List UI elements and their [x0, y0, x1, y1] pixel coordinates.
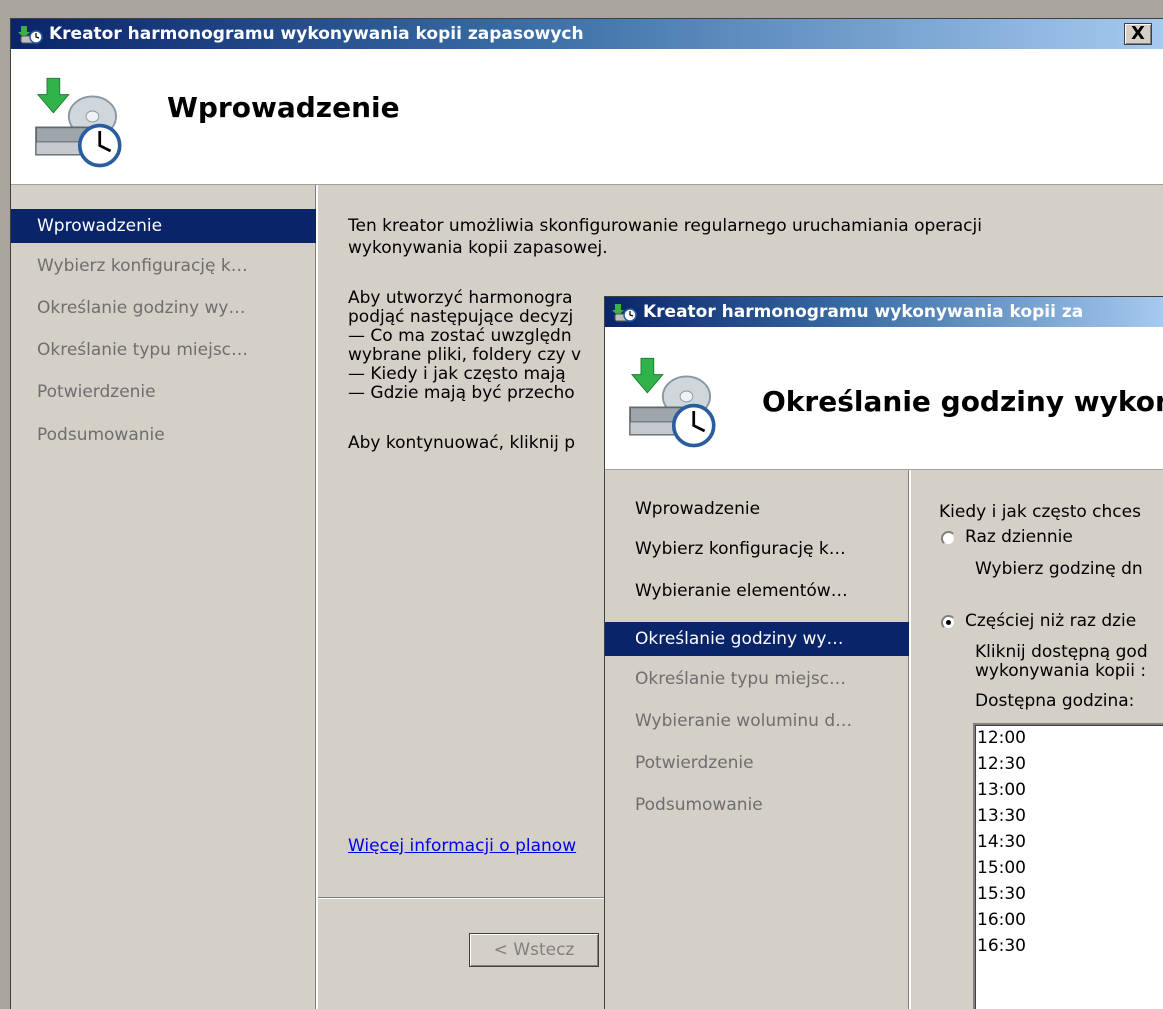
more-info-link[interactable]: Więcej informacji o planow — [348, 836, 576, 856]
back-nav-item-confirm: Potwierdzenie — [37, 382, 156, 402]
once-daily-label[interactable]: Raz dziennie — [965, 527, 1073, 547]
back-nav-item-config: Wybierz konfigurację k… — [37, 256, 248, 276]
time-option[interactable]: 16:30 — [975, 933, 1163, 959]
more-often-hint: wykonywania kopii : — [975, 661, 1147, 681]
front-nav-item-volume: Wybieranie woluminu d… — [635, 711, 853, 731]
time-option[interactable]: 12:30 — [975, 751, 1163, 777]
schedule-question: Kiedy i jak często chces — [939, 502, 1141, 522]
front-wizard-window: Kreator harmonogramu wykonywania kopii z… — [604, 296, 1163, 1009]
front-nav-item-summary: Podsumowanie — [635, 795, 763, 815]
time-option[interactable]: 14:30 — [975, 829, 1163, 855]
time-option[interactable]: 16:00 — [975, 907, 1163, 933]
back-nav-item-time: Określanie godziny wy… — [37, 298, 246, 318]
time-option[interactable]: 12:00 — [975, 725, 1163, 751]
back-wizard-header: Wprowadzenie — [11, 49, 1163, 185]
close-button[interactable]: X — [1124, 23, 1152, 45]
back-nav-item-intro[interactable]: Wprowadzenie — [11, 209, 316, 243]
back-nav-item-dest-type: Określanie typu miejsc… — [37, 340, 249, 360]
front-header-title: Określanie godziny wykona — [762, 385, 1163, 418]
back-wizard-nav: Wprowadzenie Wybierz konfigurację k… Okr… — [11, 185, 318, 1009]
available-time-list[interactable]: 12:00 12:30 13:00 13:30 14:30 15:00 15:3… — [973, 723, 1163, 1009]
time-option[interactable]: 13:00 — [975, 777, 1163, 803]
back-nav-item-summary: Podsumowanie — [37, 425, 165, 445]
front-title-bar[interactable]: Kreator harmonogramu wykonywania kopii z… — [605, 297, 1163, 327]
front-nav-item-config[interactable]: Wybierz konfigurację k… — [605, 532, 909, 566]
front-nav-item-time[interactable]: Określanie godziny wy… — [605, 622, 909, 656]
back-window-title: Kreator harmonogramu wykonywania kopii z… — [49, 24, 584, 44]
front-nav-item-dest-type: Określanie typu miejsc… — [635, 669, 847, 689]
backup-schedule-icon — [629, 357, 716, 448]
back-button[interactable]: < Wstecz — [469, 933, 599, 967]
once-daily-hint: Wybierz godzinę dn — [975, 559, 1143, 579]
back-title-bar[interactable]: Kreator harmonogramu wykonywania kopii z… — [11, 19, 1163, 49]
front-nav-item-items[interactable]: Wybieranie elementów… — [605, 574, 909, 608]
time-option[interactable]: 15:00 — [975, 855, 1163, 881]
intro-text-line: wykonywania kopii zapasowej. — [348, 238, 608, 258]
time-option[interactable]: 15:30 — [975, 881, 1163, 907]
back-header-title: Wprowadzenie — [167, 91, 400, 124]
front-wizard-nav: Wprowadzenie Wybierz konfigurację k… Wyb… — [605, 470, 911, 1009]
more-often-radio[interactable] — [941, 615, 956, 630]
backup-schedule-icon — [35, 77, 122, 168]
time-option[interactable]: 13:30 — [975, 803, 1163, 829]
front-window-title: Kreator harmonogramu wykonywania kopii z… — [643, 302, 1084, 322]
more-often-hint: Kliknij dostępną god — [975, 642, 1148, 662]
available-time-label: Dostępna godzina: — [975, 691, 1135, 711]
backup-app-icon — [18, 26, 43, 44]
front-nav-item-intro[interactable]: Wprowadzenie — [605, 492, 909, 526]
intro-text-line: Ten kreator umożliwia skonfigurowanie re… — [348, 216, 982, 236]
front-wizard-header: Określanie godziny wykona — [605, 327, 1163, 470]
once-daily-radio[interactable] — [941, 531, 956, 546]
front-nav-item-confirm: Potwierdzenie — [635, 753, 754, 773]
backup-app-icon — [612, 304, 637, 322]
more-often-label[interactable]: Częściej niż raz dzie — [965, 611, 1136, 631]
front-wizard-content: Kiedy i jak często chces Raz dziennie Wy… — [939, 497, 1163, 1009]
